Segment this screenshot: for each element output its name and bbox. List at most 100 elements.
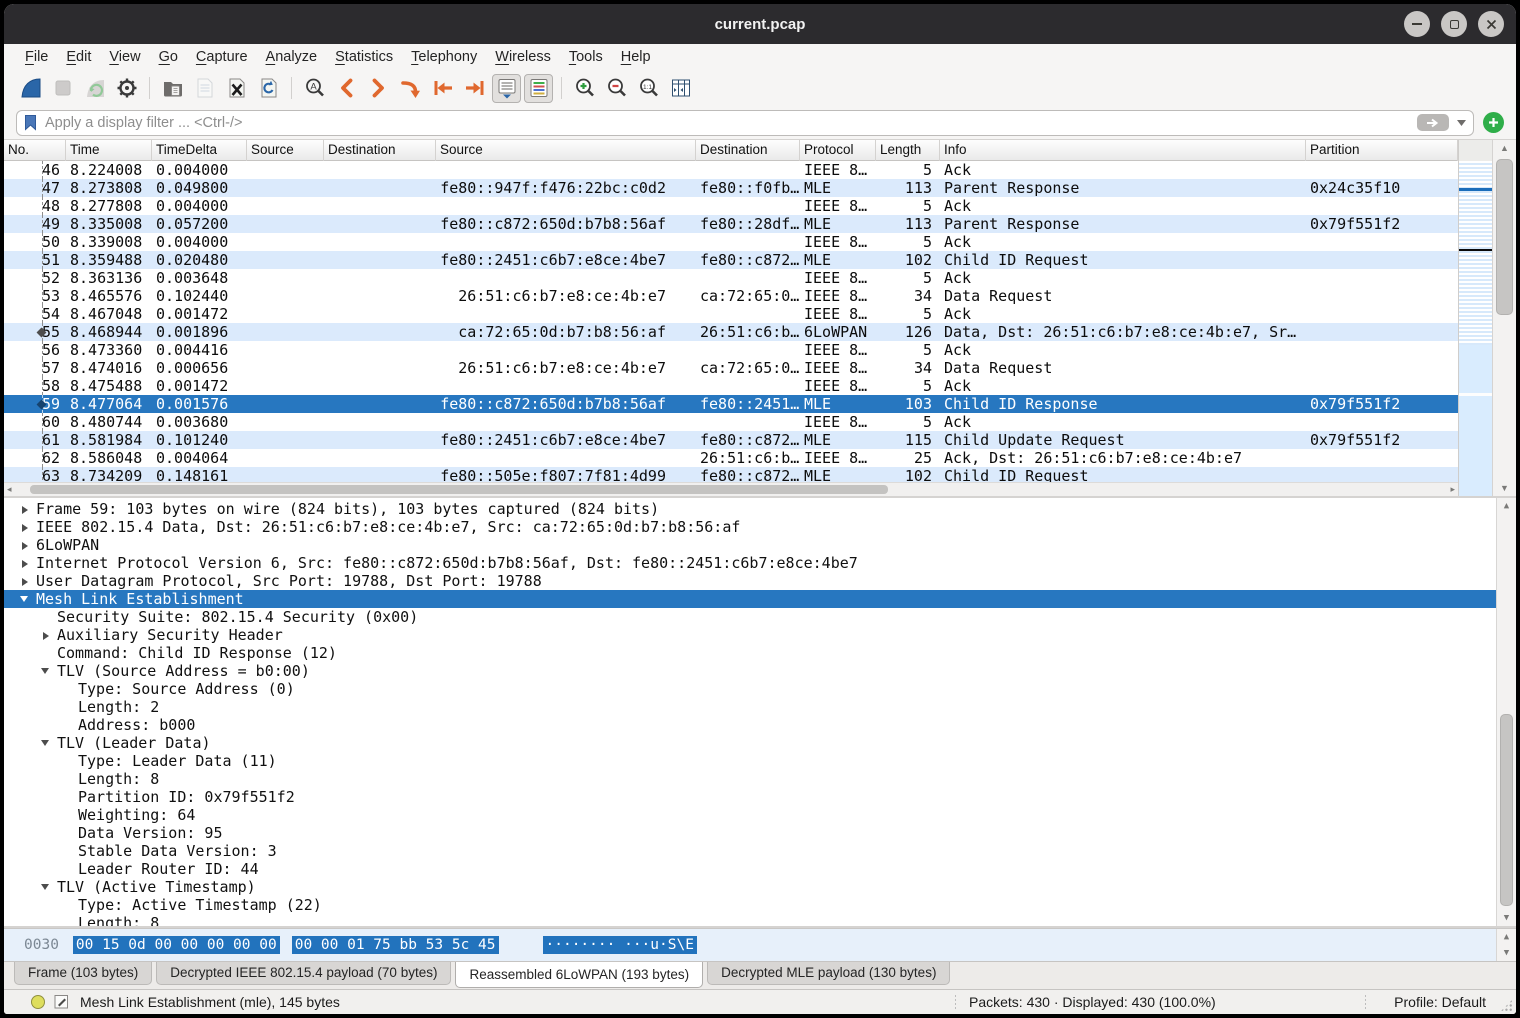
column-header-time-1[interactable]: Time [66,140,152,161]
column-header-source-5[interactable]: Source [436,140,696,161]
packet-row[interactable]: 598.4770640.001576fe80::c872:650d:b7b8:5… [4,395,1458,413]
menu-statistics[interactable]: Statistics [326,47,402,67]
column-header-destination-4[interactable]: Destination [324,140,436,161]
detail-row[interactable]: 6LoWPAN [4,536,1496,554]
packet-row[interactable]: 498.3350080.057200fe80::c872:650d:b7b8:5… [4,215,1458,233]
scroll-up-arrow-icon[interactable]: ▲ [1497,501,1516,511]
column-header-partition-10[interactable]: Partition [1306,140,1458,161]
titlebar[interactable]: current.pcap [4,4,1516,44]
packet-row[interactable]: 588.4754880.001472IEEE 8…5Ack [4,377,1458,395]
detail-row[interactable]: User Datagram Protocol, Src Port: 19788,… [4,572,1496,590]
detail-row[interactable]: TLV (Source Address = b0:00) [4,662,1496,680]
expander-expanded-icon[interactable] [41,734,57,752]
column-header-length-8[interactable]: Length [876,140,940,161]
hscrollbar-thumb[interactable] [30,485,888,494]
scroll-up-arrow-icon[interactable]: ▲ [1493,143,1516,153]
status-profile[interactable]: Profile: Default [1394,994,1486,1010]
hex-bytes-group2[interactable]: 00 00 01 75 bb 53 5c 45 [292,936,499,954]
maximize-icon[interactable] [1441,11,1467,37]
column-header-destination-6[interactable]: Destination [696,140,800,161]
colorize-packets-icon[interactable] [524,74,553,103]
expander-collapsed-icon[interactable] [20,572,36,590]
packet-row[interactable]: 488.2778080.004000IEEE 8…5Ack [4,197,1458,215]
packet-row[interactable]: 578.4740160.00065626:51:c6:b7:e8:ce:4b:e… [4,359,1458,377]
tab-reassembled-6lowpan-193-bytes[interactable]: Reassembled 6LoWPAN (193 bytes) [455,962,703,988]
auto-scroll-icon[interactable] [492,74,521,103]
detail-row[interactable]: IEEE 802.15.4 Data, Dst: 26:51:c6:b7:e8:… [4,518,1496,536]
detail-row[interactable]: Type: Active Timestamp (22) [4,896,1496,914]
detail-row[interactable]: Auxiliary Security Header [4,626,1496,644]
reload-file-icon[interactable] [254,74,283,103]
expander-collapsed-icon[interactable] [20,500,36,518]
packet-row[interactable]: 628.5860480.00406426:51:c6:b…IEEE 8…25Ac… [4,449,1458,467]
column-header-source-3[interactable]: Source [247,140,324,161]
filter-dropdown-caret-icon[interactable] [1457,120,1466,126]
save-file-icon[interactable] [190,74,219,103]
filter-bookmark-icon[interactable] [24,114,37,131]
packet-row[interactable]: 538.4655760.10244026:51:c6:b7:e8:ce:4b:e… [4,287,1458,305]
detail-row[interactable]: Weighting: 64 [4,806,1496,824]
packet-row[interactable]: 608.4807440.003680IEEE 8…5Ack [4,413,1458,431]
tab-decrypted-mle-payload-130-bytes[interactable]: Decrypted MLE payload (130 bytes) [707,962,950,985]
expander-collapsed-icon[interactable] [20,554,36,572]
packet-list-minimap[interactable] [1458,140,1492,496]
close-file-icon[interactable] [222,74,251,103]
menu-wireless[interactable]: Wireless [486,47,560,67]
detail-row[interactable]: Address: b000 [4,716,1496,734]
detail-row[interactable]: Partition ID: 0x79f551f2 [4,788,1496,806]
go-forward-icon[interactable] [364,74,393,103]
go-to-packet-icon[interactable] [396,74,425,103]
packet-row[interactable]: 638.7342090.148161fe80::505e:f807:7f81:4… [4,467,1458,482]
detail-row[interactable]: Leader Router ID: 44 [4,860,1496,878]
packet-row[interactable]: 478.2738080.049800fe80::947f:f476:22bc:c… [4,179,1458,197]
go-first-packet-icon[interactable] [428,74,457,103]
expander-collapsed-icon[interactable] [41,626,57,644]
menu-analyze[interactable]: Analyze [257,47,327,67]
column-header-timedelta-2[interactable]: TimeDelta [152,140,247,161]
tab-frame-103-bytes[interactable]: Frame (103 bytes) [14,962,152,985]
packet-row[interactable]: 518.3594880.020480fe80::2451:c6b7:e8ce:4… [4,251,1458,269]
open-file-folder-icon[interactable] [158,74,187,103]
zoom-reset-icon[interactable]: 1:1 [634,74,663,103]
detail-vscrollbar[interactable]: ▲ ▼ [1496,498,1516,926]
capture-options-gear-icon[interactable] [112,74,141,103]
menu-telephony[interactable]: Telephony [402,47,486,67]
column-header-no-0[interactable]: No. [4,140,66,161]
menu-tools[interactable]: Tools [560,47,612,67]
detail-row[interactable]: Command: Child ID Response (12) [4,644,1496,662]
close-icon[interactable] [1478,11,1504,37]
detail-row[interactable]: TLV (Leader Data) [4,734,1496,752]
detail-row[interactable]: Length: 8 [4,914,1496,926]
display-filter-input[interactable]: Apply a display filter ... <Ctrl-/> [16,110,1474,136]
detail-row[interactable]: Stable Data Version: 3 [4,842,1496,860]
column-header-info-9[interactable]: Info [940,140,1306,161]
vscrollbar-thumb[interactable] [1496,159,1513,315]
detail-row[interactable]: Type: Leader Data (11) [4,752,1496,770]
expert-info-icon[interactable] [30,994,46,1010]
capture-comment-icon[interactable] [54,995,69,1010]
apply-filter-icon[interactable] [1417,114,1449,131]
zoom-out-icon[interactable] [602,74,631,103]
packet-row[interactable]: 548.4670480.001472IEEE 8…5Ack [4,305,1458,323]
packet-row[interactable]: 468.2240080.004000IEEE 8…5Ack [4,161,1458,179]
detail-row[interactable]: Mesh Link Establishment [4,590,1496,608]
bytes-vscrollbar[interactable]: ▲ ▼ [1496,929,1516,961]
expander-collapsed-icon[interactable] [20,536,36,554]
packet-row[interactable]: 618.5819840.101240fe80::2451:c6b7:e8ce:4… [4,431,1458,449]
packet-row[interactable]: 568.4733600.004416IEEE 8…5Ack [4,341,1458,359]
stop-capture-icon[interactable] [48,74,77,103]
detail-row[interactable]: Type: Source Address (0) [4,680,1496,698]
scroll-down-arrow-icon[interactable]: ▼ [1493,483,1516,493]
expander-expanded-icon[interactable] [20,590,36,608]
add-filter-button-plus-icon[interactable] [1483,112,1504,133]
restart-capture-icon[interactable] [80,74,109,103]
packet-row[interactable]: 528.3631360.003648IEEE 8…5Ack [4,269,1458,287]
scroll-down-arrow-icon[interactable]: ▼ [1497,913,1516,923]
menu-edit[interactable]: Edit [57,47,100,67]
detail-row[interactable]: Length: 2 [4,698,1496,716]
zoom-in-icon[interactable] [570,74,599,103]
packet-row[interactable]: 508.3390080.004000IEEE 8…5Ack [4,233,1458,251]
menu-view[interactable]: View [100,47,149,67]
tab-decrypted-ieee-802-15-4-payload-70-bytes[interactable]: Decrypted IEEE 802.15.4 payload (70 byte… [156,962,451,985]
vscrollbar-thumb[interactable] [1500,714,1513,906]
